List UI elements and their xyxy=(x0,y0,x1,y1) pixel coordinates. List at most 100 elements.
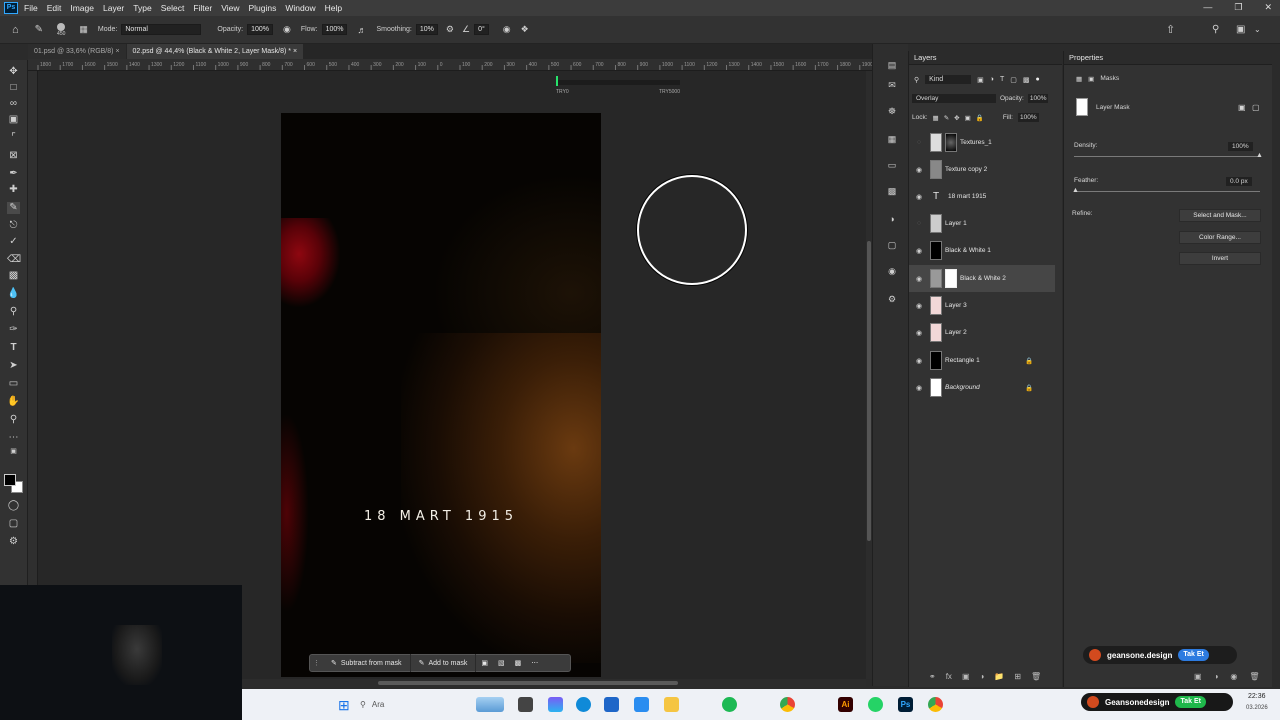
store-icon[interactable] xyxy=(604,697,619,712)
visibility-toggle[interactable]: ○ xyxy=(914,220,924,227)
follow-toggle[interactable]: Tak Et xyxy=(1178,649,1209,661)
illustrator-icon[interactable]: Ai xyxy=(838,697,853,712)
home-icon[interactable]: ⌂ xyxy=(12,24,19,36)
pen-tool-icon[interactable]: ✑ xyxy=(7,324,20,336)
visibility-toggle[interactable]: ◉ xyxy=(914,302,924,310)
filter-adjustment-icon[interactable]: ◑ xyxy=(990,76,994,83)
visibility-toggle[interactable]: ◉ xyxy=(914,166,924,174)
pressure-opacity-icon[interactable]: ◉ xyxy=(283,24,291,35)
patterns-panel-icon[interactable]: ▩ xyxy=(887,186,897,196)
mode-select[interactable]: Normal xyxy=(121,24,202,35)
menu-help[interactable]: Help xyxy=(325,3,342,13)
frame-tool-icon[interactable]: ⊠ xyxy=(7,150,20,162)
document-artwork[interactable]: 18 MART 1915 xyxy=(281,113,601,677)
lock-image-icon[interactable]: ✎ xyxy=(944,114,949,122)
visibility-toggle[interactable]: ◉ xyxy=(914,329,924,337)
properties-panel-title[interactable]: Properties xyxy=(1064,51,1272,65)
object-select-tool-icon[interactable]: ▣ xyxy=(7,114,20,126)
foreground-color-swatch[interactable] xyxy=(4,474,16,486)
select-and-mask-button[interactable]: Select and Mask... xyxy=(1179,209,1261,222)
disable-mask-icon[interactable]: ▧ xyxy=(493,659,510,667)
move-tool-icon[interactable]: ✥ xyxy=(7,66,20,78)
share-icon[interactable]: ⇧ xyxy=(1166,23,1175,36)
lock-position-icon[interactable]: ✥ xyxy=(954,114,959,122)
browser-icon[interactable] xyxy=(928,697,943,712)
quick-mask-icon[interactable]: ◯ xyxy=(7,500,20,512)
close-icon[interactable]: ✕ xyxy=(1264,2,1272,13)
layer-row[interactable]: ◉ Background 🔒 xyxy=(909,374,1055,401)
type-tool-icon[interactable]: T xyxy=(7,342,20,354)
invert-mask-icon[interactable]: ▩ xyxy=(510,659,527,667)
task-view-icon[interactable] xyxy=(518,697,533,712)
follow-toggle[interactable]: Tak Et xyxy=(1175,696,1206,708)
load-selection-icon[interactable]: ▣ xyxy=(1194,672,1202,681)
visibility-toggle[interactable]: ◉ xyxy=(914,275,924,283)
gradient-tool-icon[interactable]: ▩ xyxy=(7,270,20,282)
edit-toolbar-icon[interactable]: ⚙ xyxy=(7,536,20,548)
more-options-icon[interactable]: ⋯ xyxy=(526,659,543,667)
invert-button[interactable]: Invert xyxy=(1179,252,1261,265)
filter-smart-icon[interactable]: ▩ xyxy=(1023,76,1030,84)
menu-window[interactable]: Window xyxy=(285,3,315,13)
workspace-chevron-icon[interactable]: ⌄ xyxy=(1254,25,1261,34)
widgets-icon[interactable] xyxy=(476,697,504,712)
symmetry-icon[interactable]: ❖ xyxy=(521,24,529,35)
channels-panel-icon[interactable]: ◉ xyxy=(887,266,897,276)
layer-row[interactable]: ◉ Layer 3 xyxy=(909,292,1055,319)
chrome-icon[interactable] xyxy=(780,697,795,712)
layer-row-selected[interactable]: ◉ Black & White 2 xyxy=(909,265,1055,292)
brush-tool-icon[interactable]: ✎ xyxy=(7,202,20,214)
menu-type[interactable]: Type xyxy=(133,3,151,13)
tab-close-icon[interactable]: × xyxy=(115,48,119,55)
crop-tool-icon[interactable]: ⌜ xyxy=(7,132,20,144)
history-panel-icon[interactable]: ▤ xyxy=(887,60,897,70)
filter-pixel-icon[interactable]: ▣ xyxy=(977,76,984,84)
airbrush-icon[interactable]: ♬ xyxy=(357,25,366,35)
brush-settings-icon[interactable]: ▦ xyxy=(79,24,88,35)
menu-view[interactable]: View xyxy=(221,3,239,13)
new-group-icon[interactable]: 📁 xyxy=(994,672,1004,681)
lasso-tool-icon[interactable]: ∞ xyxy=(7,98,20,110)
layer-row[interactable]: ○ Textures_1 xyxy=(909,129,1055,156)
feather-slider[interactable] xyxy=(1074,191,1260,192)
fill-field[interactable]: 100% xyxy=(1017,113,1039,122)
brush-preset-icon[interactable]: ✎ xyxy=(35,24,43,35)
eyedropper-tool-icon[interactable]: ✒ xyxy=(7,168,20,180)
apply-mask-icon[interactable]: ◑ xyxy=(1214,672,1219,681)
link-layers-icon[interactable]: ⚭ xyxy=(929,672,936,681)
layer-row[interactable]: ◉ Rectangle 1 🔒 xyxy=(909,347,1055,374)
maximize-icon[interactable]: ❐ xyxy=(1234,2,1242,13)
add-pixel-mask-icon[interactable]: ▣ xyxy=(1238,103,1246,112)
pixel-mask-icon[interactable]: ▦ xyxy=(1076,75,1082,83)
libraries-panel-icon[interactable]: ☸ xyxy=(887,106,897,116)
paths-panel-icon[interactable]: ▢ xyxy=(887,240,897,250)
file-explorer-icon[interactable] xyxy=(664,697,679,712)
edge-icon[interactable] xyxy=(576,697,591,712)
brush-size-picker[interactable]: 450 xyxy=(57,22,65,37)
density-slider-handle[interactable]: ▲ xyxy=(1256,152,1263,159)
visibility-toggle[interactable]: ◉ xyxy=(914,247,924,255)
subtract-from-mask-button[interactable]: ✎ Subtract from mask xyxy=(323,654,411,672)
filter-type-icon[interactable]: T xyxy=(1000,76,1004,83)
properties-panel-icon[interactable]: ⚙ xyxy=(887,294,897,304)
delete-layer-icon[interactable]: 🗑 xyxy=(1031,672,1041,681)
flow-field[interactable]: 100% xyxy=(321,24,348,35)
lock-all-icon[interactable]: 🔒 xyxy=(976,114,984,122)
layer-opacity-field[interactable]: 100% xyxy=(1027,94,1049,103)
menu-image[interactable]: Image xyxy=(70,3,94,13)
dodge-tool-icon[interactable]: ⚲ xyxy=(7,306,20,318)
menu-file[interactable]: File xyxy=(24,3,38,13)
add-to-mask-button[interactable]: ✎ Add to mask xyxy=(411,654,477,672)
layers-panel-title[interactable]: Layers xyxy=(909,51,1062,65)
minimize-icon[interactable]: — xyxy=(1203,2,1212,13)
menu-layer[interactable]: Layer xyxy=(103,3,124,13)
copilot-icon[interactable] xyxy=(548,697,563,712)
default-colors-icon[interactable]: ▣ xyxy=(7,446,20,458)
zoom-tool-icon[interactable]: ⚲ xyxy=(7,414,20,426)
workspace-icon[interactable]: ▣ xyxy=(1236,24,1245,35)
lock-artboard-icon[interactable]: ▣ xyxy=(965,114,971,122)
feather-value[interactable]: 0.0 px xyxy=(1226,177,1252,186)
photoshop-taskbar-icon[interactable]: Ps xyxy=(898,697,913,712)
visibility-toggle[interactable]: ◉ xyxy=(914,384,924,392)
start-icon[interactable]: ⊞ xyxy=(338,697,350,714)
